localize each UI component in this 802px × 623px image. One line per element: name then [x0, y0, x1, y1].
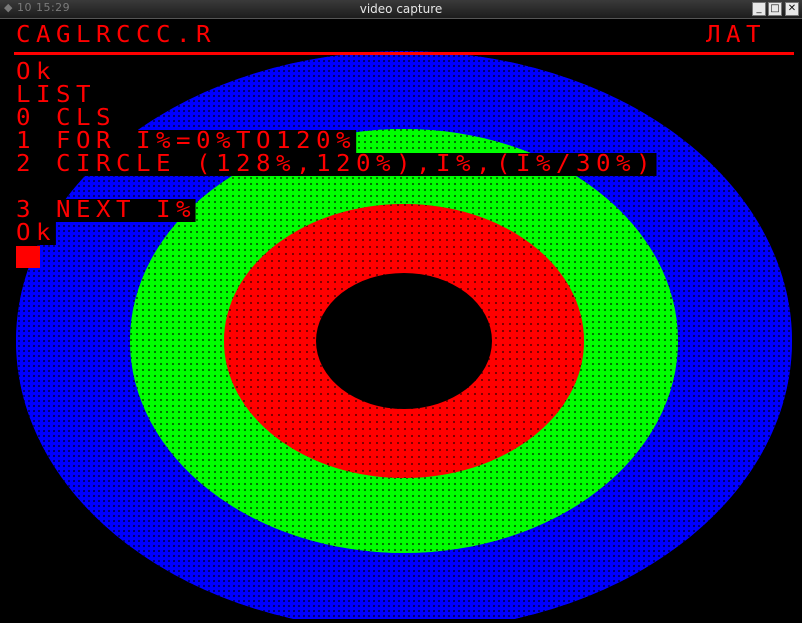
- console-line-ok: Ok: [16, 59, 57, 85]
- text-cursor: [16, 246, 40, 268]
- console-line-list: LIST: [16, 82, 97, 108]
- video-capture-window: ◆ 10 15:29 video capture _ □ ✕ CAGLRCCC.…: [0, 0, 802, 623]
- code-line-0: 0 CLS: [16, 105, 117, 131]
- maximize-button[interactable]: □: [768, 2, 782, 16]
- code-line-2: 2 CIRCLE (128%,120%),I%,(I%/30%): [16, 151, 656, 177]
- program-name: CAGLRCCC.R: [16, 22, 217, 48]
- center-hole: [316, 273, 492, 409]
- code-line-1: 1 FOR I%=0%TO120%: [16, 128, 357, 154]
- emulator-screen[interactable]: CAGLRCCC.R ЛАТ Ok LIST 0 CLS 1 FOR I%=0%…: [2, 19, 800, 619]
- code-line-3: 3 NEXT I%: [16, 197, 197, 223]
- keyboard-mode-indicator: ЛАТ: [706, 22, 767, 48]
- circle-graphics: [16, 51, 792, 619]
- minimize-button[interactable]: _: [752, 2, 766, 16]
- window-title: video capture: [359, 2, 443, 16]
- console-line-ok-2: Ok: [16, 220, 57, 246]
- header-divider: [14, 52, 794, 55]
- close-button[interactable]: ✕: [785, 2, 799, 16]
- title-bar[interactable]: ◆ 10 15:29 video capture _ □ ✕: [0, 0, 802, 19]
